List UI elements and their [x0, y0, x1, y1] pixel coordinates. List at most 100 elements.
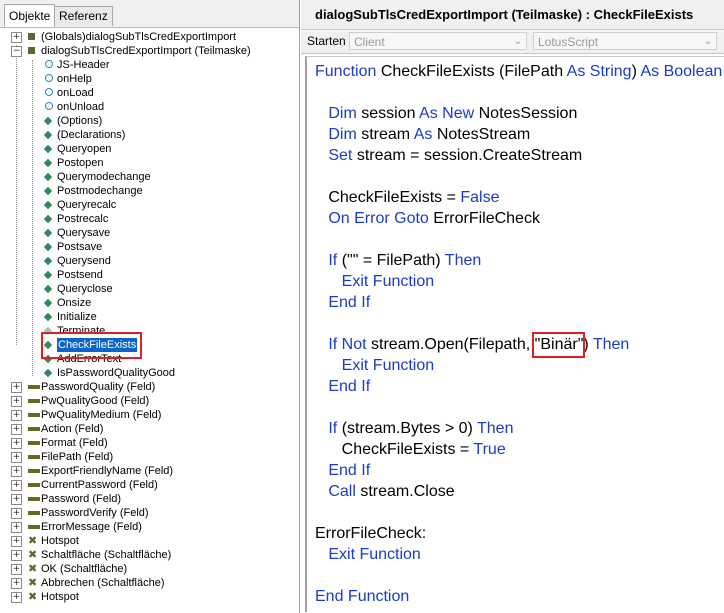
code-line: Exit Function [315, 355, 434, 376]
script-diamond-icon [43, 200, 53, 210]
code-keyword: As [413, 126, 437, 143]
panel-tabs: Objekte Referenz [0, 0, 299, 28]
script-diamond-icon [43, 130, 53, 140]
tree-item-label: Querysave [57, 227, 111, 239]
field-icon [28, 469, 40, 473]
tree-item-label: onUnload [57, 101, 105, 113]
code-line: Function CheckFileExists (FilePath As St… [315, 61, 722, 82]
expand-icon[interactable]: + [11, 536, 22, 547]
code-text: CheckFileExists (FilePath [380, 63, 567, 80]
editor-panel: dialogSubTlsCredExportImport (Teilmaske)… [301, 0, 724, 613]
expand-icon[interactable]: + [11, 592, 22, 603]
code-editor[interactable]: Function CheckFileExists (FilePath As St… [305, 56, 724, 612]
code-keyword: Exit Function [341, 357, 435, 374]
code-text: ErrorFileCheck [433, 210, 540, 227]
hotspot-icon: ✖ [28, 548, 38, 561]
code-line: Exit Function [315, 271, 434, 292]
tree-item-label: Initialize [57, 311, 97, 323]
script-diamond-icon [43, 284, 53, 294]
field-icon [28, 497, 40, 501]
code-keyword: If Not [328, 336, 372, 353]
hotspot-icon: ✖ [28, 590, 38, 603]
language-select[interactable]: LotusScript ⌄ [533, 32, 717, 50]
code-keyword: Dim [328, 105, 362, 122]
run-label: Starten [307, 34, 346, 48]
code-line: End Function [315, 586, 409, 607]
script-diamond-icon [43, 214, 53, 224]
tab-objekte[interactable]: Objekte [4, 4, 56, 27]
tree-item-label: Queryopen [57, 143, 112, 155]
script-diamond-icon [43, 116, 53, 126]
code-text: (stream.Bytes > 0) [341, 420, 477, 437]
tree-item-label: Queryclose [57, 283, 113, 295]
code-line: End If [315, 460, 370, 481]
tree-item-label: Onsize [57, 297, 92, 309]
highlight-box-checkfileexists [41, 332, 142, 359]
code-keyword: As String [566, 63, 632, 80]
expand-icon[interactable]: + [11, 410, 22, 421]
run-target-select[interactable]: Client ⌄ [349, 32, 527, 50]
tree-item-label: Postrecalc [57, 213, 109, 225]
tree-item-label: dialogSubTlsCredExportImport (Teilmaske) [41, 45, 251, 57]
editor-title: dialogSubTlsCredExportImport (Teilmaske)… [301, 0, 724, 30]
expand-icon[interactable]: + [11, 564, 22, 575]
tree-item-label: PasswordVerify (Feld) [41, 507, 149, 519]
language-value: LotusScript [538, 35, 599, 49]
code-text: CheckFileExists = [315, 189, 461, 206]
tree-item-label: PwQualityGood (Feld) [41, 395, 150, 407]
expand-icon[interactable]: + [11, 438, 22, 449]
code-text: NotesStream [436, 126, 531, 143]
chevron-down-icon: ⌄ [703, 36, 712, 47]
expand-icon[interactable]: + [11, 424, 22, 435]
code-line: If (stream.Bytes > 0) Then [315, 418, 513, 439]
script-diamond-icon [43, 144, 53, 154]
expand-icon[interactable]: + [11, 396, 22, 407]
code-text: ("" = FilePath) [341, 252, 445, 269]
tab-referenz[interactable]: Referenz [54, 6, 113, 26]
expand-icon[interactable]: + [11, 522, 22, 533]
hotspot-icon: ✖ [28, 562, 38, 575]
tree-item-label: Action (Feld) [41, 423, 104, 435]
tree-item-label: ErrorMessage (Feld) [41, 521, 142, 533]
tree-item-label: (Options) [57, 115, 103, 127]
code-keyword: On Error Goto [328, 210, 434, 227]
code-text: stream = session.CreateStream [356, 147, 583, 164]
code-keyword: Set [328, 147, 357, 164]
code-keyword: As Boolean [640, 63, 723, 80]
collapse-icon[interactable]: − [11, 46, 22, 57]
code-line: Exit Function [315, 544, 420, 565]
script-diamond-icon [43, 228, 53, 238]
tree-item-label: Hotspot [41, 591, 79, 603]
expand-icon[interactable]: + [11, 452, 22, 463]
expand-icon[interactable]: + [11, 382, 22, 393]
objects-panel: Objekte Referenz + (Globals)dialogSubTlsC… [0, 0, 300, 613]
tree-item-label: Querysend [57, 255, 111, 267]
code-keyword: If [328, 420, 342, 437]
highlight-box-binaer [532, 332, 585, 358]
tree-item-label: (Globals)dialogSubTlsCredExportImport [41, 31, 237, 43]
code-line: If ("" = FilePath) Then [315, 250, 481, 271]
expand-icon[interactable]: + [11, 508, 22, 519]
field-icon [28, 413, 40, 417]
code-line: On Error Goto ErrorFileCheck [315, 208, 540, 229]
expand-icon[interactable]: + [11, 480, 22, 491]
expand-icon[interactable]: + [11, 466, 22, 477]
expand-icon[interactable]: + [11, 578, 22, 589]
field-icon [28, 427, 40, 431]
expand-icon[interactable]: + [11, 550, 22, 561]
hotspot-icon: ✖ [28, 534, 38, 547]
script-diamond-icon [43, 158, 53, 168]
code-keyword: End If [328, 462, 371, 479]
tree-item-label: onLoad [57, 87, 94, 99]
expand-icon[interactable]: + [11, 32, 22, 43]
expand-icon[interactable]: + [11, 494, 22, 505]
tree-guide-line [32, 60, 33, 376]
code-line: CheckFileExists = True [315, 439, 506, 460]
tree-item-label: Postopen [57, 157, 104, 169]
code-text: stream.Close [360, 483, 455, 500]
